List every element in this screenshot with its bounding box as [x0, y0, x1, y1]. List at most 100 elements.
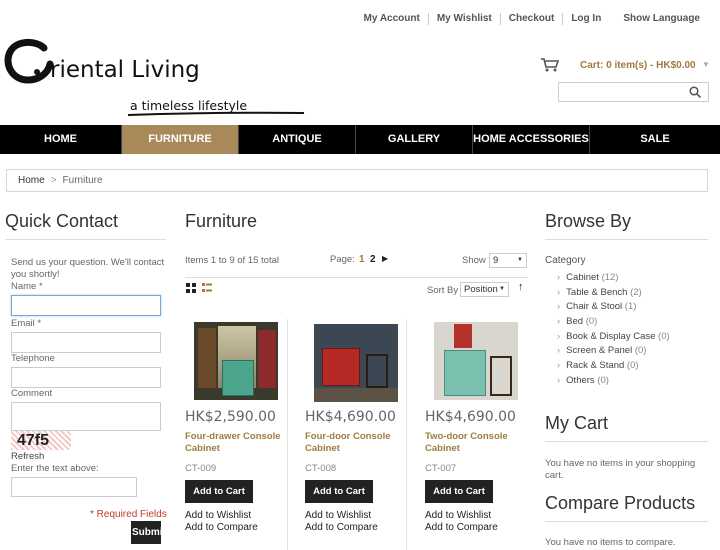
- submit-button[interactable]: Submit: [131, 521, 161, 544]
- category-name: Cabinet: [566, 272, 599, 283]
- nav-antique[interactable]: ANTIQUE: [239, 125, 356, 154]
- product-price: HK$4,690.00: [305, 409, 396, 425]
- category-name: Table & Bench: [566, 286, 628, 298]
- list-view-icon[interactable]: [202, 283, 212, 293]
- checkout-link[interactable]: Checkout: [499, 13, 563, 25]
- my-cart-empty-message: You have no items in your shopping cart.: [545, 458, 696, 481]
- my-wishlist-link[interactable]: My Wishlist: [427, 13, 500, 25]
- page-2-current[interactable]: 2: [370, 254, 376, 265]
- add-to-cart-button[interactable]: Add to Cart: [425, 480, 493, 503]
- add-to-wishlist-link[interactable]: Add to Wishlist: [185, 510, 251, 522]
- product-name-link[interactable]: Two-door Console Cabinet: [425, 431, 525, 455]
- divider: [406, 319, 407, 550]
- nav-home[interactable]: HOME: [0, 125, 122, 154]
- login-link[interactable]: Log In: [562, 13, 609, 25]
- chevron-right-icon: ›: [557, 301, 561, 313]
- product-sku: CT-009: [185, 463, 217, 474]
- add-to-wishlist-link[interactable]: Add to Wishlist: [425, 510, 491, 522]
- category-name: Screen & Panel: [566, 345, 633, 357]
- divider: [5, 239, 166, 240]
- product-card: HK$4,690.00 Two-door Console Cabinet CT-…: [425, 319, 525, 550]
- chevron-down-icon: ▼: [499, 286, 505, 292]
- captcha-field[interactable]: [11, 477, 137, 497]
- chevron-right-icon: ›: [557, 316, 561, 328]
- nav-gallery[interactable]: GALLERY: [356, 125, 473, 154]
- comment-label: Comment: [11, 388, 53, 399]
- category-item[interactable]: › Cabinet (12): [557, 272, 670, 287]
- comment-field[interactable]: [11, 402, 161, 431]
- category-item[interactable]: › Rack & Stand (0): [557, 360, 670, 375]
- chevron-right-icon: ›: [557, 345, 561, 357]
- browse-by-title: Browse By: [545, 211, 632, 231]
- product-image[interactable]: [434, 322, 518, 400]
- category-count: (1): [624, 301, 637, 313]
- top-links: My Account My Wishlist Checkout Log In S…: [356, 13, 708, 25]
- category-item[interactable]: › Book & Display Case (0): [557, 331, 670, 346]
- logo[interactable]: riental Living a timeless lifestyle: [0, 35, 310, 120]
- telephone-field[interactable]: [11, 367, 161, 388]
- add-to-compare-link[interactable]: Add to Compare: [305, 522, 378, 534]
- divider: [185, 277, 528, 278]
- email-field[interactable]: [11, 332, 161, 353]
- show-select[interactable]: 9 ▼: [489, 253, 527, 268]
- compare-products-title: Compare Products: [545, 493, 696, 513]
- add-to-cart-button[interactable]: Add to Cart: [185, 480, 253, 503]
- sort-value: Position: [464, 284, 498, 295]
- product-name-link[interactable]: Four-door Console Cabinet: [305, 431, 405, 455]
- cart-icon[interactable]: [541, 58, 559, 72]
- chevron-down-icon: ▼: [517, 257, 523, 263]
- category-count: (0): [585, 316, 598, 328]
- my-account-link[interactable]: My Account: [356, 13, 428, 25]
- sort-direction-icon[interactable]: ↑: [518, 281, 524, 293]
- category-item[interactable]: › Bed (0): [557, 316, 670, 331]
- chevron-right-icon: ›: [557, 330, 561, 342]
- category-item[interactable]: › Screen & Panel (0): [557, 345, 670, 360]
- cart-summary[interactable]: Cart: 0 item(s) - HK$0.00: [580, 60, 696, 71]
- sort-select[interactable]: Position ▼: [460, 282, 509, 297]
- name-field[interactable]: [11, 295, 161, 316]
- category-count: (0): [626, 360, 639, 372]
- page-label: Page:: [330, 254, 355, 265]
- nav-home-accessories[interactable]: HOME ACCESSORIES: [473, 125, 590, 154]
- language-selector[interactable]: Show Language: [609, 13, 708, 25]
- add-to-compare-link[interactable]: Add to Compare: [185, 522, 258, 534]
- add-to-cart-button[interactable]: Add to Cart: [305, 480, 373, 503]
- nav-sale[interactable]: SALE: [590, 125, 720, 154]
- grid-view-icon[interactable]: [186, 283, 196, 293]
- add-to-compare-link[interactable]: Add to Compare: [425, 522, 498, 534]
- my-cart-title: My Cart: [545, 413, 608, 433]
- divider: [545, 441, 708, 442]
- main-nav: HOME FURNITURE ANTIQUE GALLERY HOME ACCE…: [0, 125, 720, 154]
- divider: [287, 319, 288, 550]
- add-to-wishlist-link[interactable]: Add to Wishlist: [305, 510, 371, 522]
- category-count: (2): [630, 286, 642, 298]
- email-label: Email *: [11, 318, 42, 329]
- page-1-link[interactable]: 1: [359, 254, 365, 265]
- telephone-label: Telephone: [11, 353, 55, 364]
- category-item[interactable]: › Chair & Stool (1): [557, 301, 670, 316]
- product-image[interactable]: [194, 322, 278, 400]
- captcha-refresh-link[interactable]: Refresh: [11, 451, 44, 462]
- product-card: HK$4,690.00 Four-door Console Cabinet CT…: [305, 319, 405, 550]
- product-sku: CT-008: [305, 463, 337, 474]
- category-name: Book & Display Case: [566, 330, 656, 342]
- chevron-right-icon: ›: [557, 286, 561, 298]
- category-count: (12): [601, 272, 619, 283]
- breadcrumb-home[interactable]: Home: [18, 175, 45, 186]
- chevron-right-icon: ›: [557, 360, 561, 372]
- category-item[interactable]: › Others (0): [557, 375, 670, 390]
- product-image[interactable]: [314, 324, 398, 402]
- product-name-link[interactable]: Four-drawer Console Cabinet: [185, 431, 285, 455]
- show-value: 9: [493, 255, 499, 266]
- next-page-icon[interactable]: ▶: [382, 254, 388, 263]
- show-label: Show: [462, 255, 486, 266]
- logo-name: riental Living: [50, 57, 200, 83]
- captcha-image: 47f5: [11, 431, 71, 450]
- nav-furniture[interactable]: FURNITURE: [122, 125, 239, 154]
- category-item[interactable]: › Table & Bench (2): [557, 287, 670, 302]
- compare-empty-message: You have no items to compare.: [545, 537, 676, 548]
- quick-contact-title: Quick Contact: [5, 211, 119, 231]
- chevron-down-icon[interactable]: ▼: [702, 60, 710, 69]
- page-title: Furniture: [185, 211, 258, 231]
- search-button[interactable]: [680, 82, 709, 102]
